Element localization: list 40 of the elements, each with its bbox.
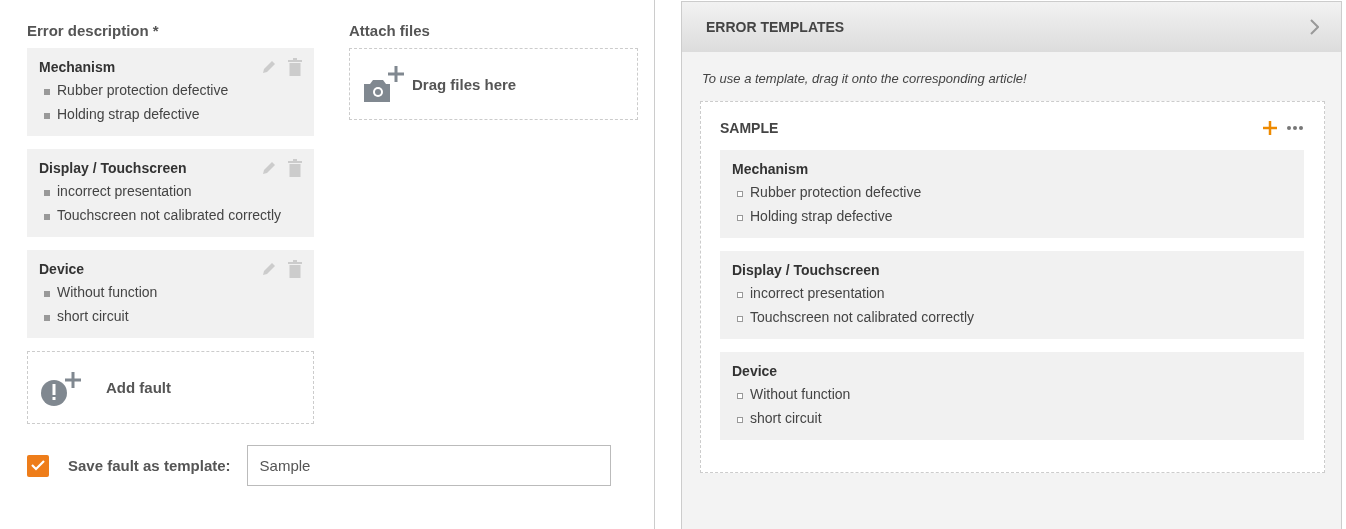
add-fault-button[interactable]: Add fault bbox=[27, 351, 314, 424]
fault-item: Without function bbox=[732, 382, 851, 406]
fault-title: Display / Touchscreen bbox=[732, 262, 880, 278]
fault-item: short circuit bbox=[39, 304, 129, 328]
fault-item: incorrect presentation bbox=[39, 179, 192, 203]
field-label: Error description * bbox=[27, 22, 160, 41]
fault-title: Mechanism bbox=[39, 59, 116, 75]
trash-icon[interactable] bbox=[288, 159, 302, 177]
fault-item: incorrect presentation bbox=[732, 281, 885, 305]
panel-title: ERROR TEMPLATES bbox=[706, 19, 845, 35]
checkmark-icon bbox=[31, 460, 45, 471]
chevron-right-icon[interactable] bbox=[1309, 19, 1319, 35]
fault-title: Device bbox=[732, 363, 778, 379]
hint-text: To use a template, drag it onto the corresponding article! bbox=[702, 71, 1027, 86]
pencil-icon[interactable] bbox=[260, 159, 278, 177]
pencil-icon[interactable] bbox=[260, 260, 278, 278]
trash-icon[interactable] bbox=[288, 58, 302, 76]
fault-title: Device bbox=[39, 261, 85, 277]
plus-icon[interactable] bbox=[1262, 120, 1278, 136]
checkbox-label: Save fault as template: bbox=[68, 457, 231, 474]
more-icon[interactable] bbox=[1286, 125, 1304, 131]
fault-item: short circuit bbox=[732, 406, 822, 430]
file-dropzone[interactable]: Drag files here bbox=[349, 48, 638, 120]
fault-title: Mechanism bbox=[732, 161, 809, 177]
fault-item: Rubber protection defective bbox=[39, 78, 229, 102]
fault-item: Holding strap defective bbox=[732, 204, 893, 228]
fault-item: Without function bbox=[39, 280, 158, 304]
fault-item: Holding strap defective bbox=[39, 102, 200, 126]
fault-item: Rubber protection defective bbox=[732, 180, 922, 204]
dropzone-text: Drag files here bbox=[412, 75, 517, 93]
field-label: Attach files bbox=[349, 22, 430, 41]
fault-item: Touchscreen not calibrated correctly bbox=[732, 305, 975, 329]
camera-plus-icon bbox=[362, 64, 406, 104]
pencil-icon[interactable] bbox=[260, 58, 278, 76]
group-title: SAMPLE bbox=[720, 120, 779, 136]
template-name-field[interactable]: Sample bbox=[246, 445, 611, 486]
checkbox[interactable] bbox=[27, 454, 49, 477]
fault-item: Touchscreen not calibrated correctly bbox=[39, 203, 282, 227]
fault-title: Display / Touchscreen bbox=[39, 160, 187, 176]
trash-icon[interactable] bbox=[288, 260, 302, 278]
